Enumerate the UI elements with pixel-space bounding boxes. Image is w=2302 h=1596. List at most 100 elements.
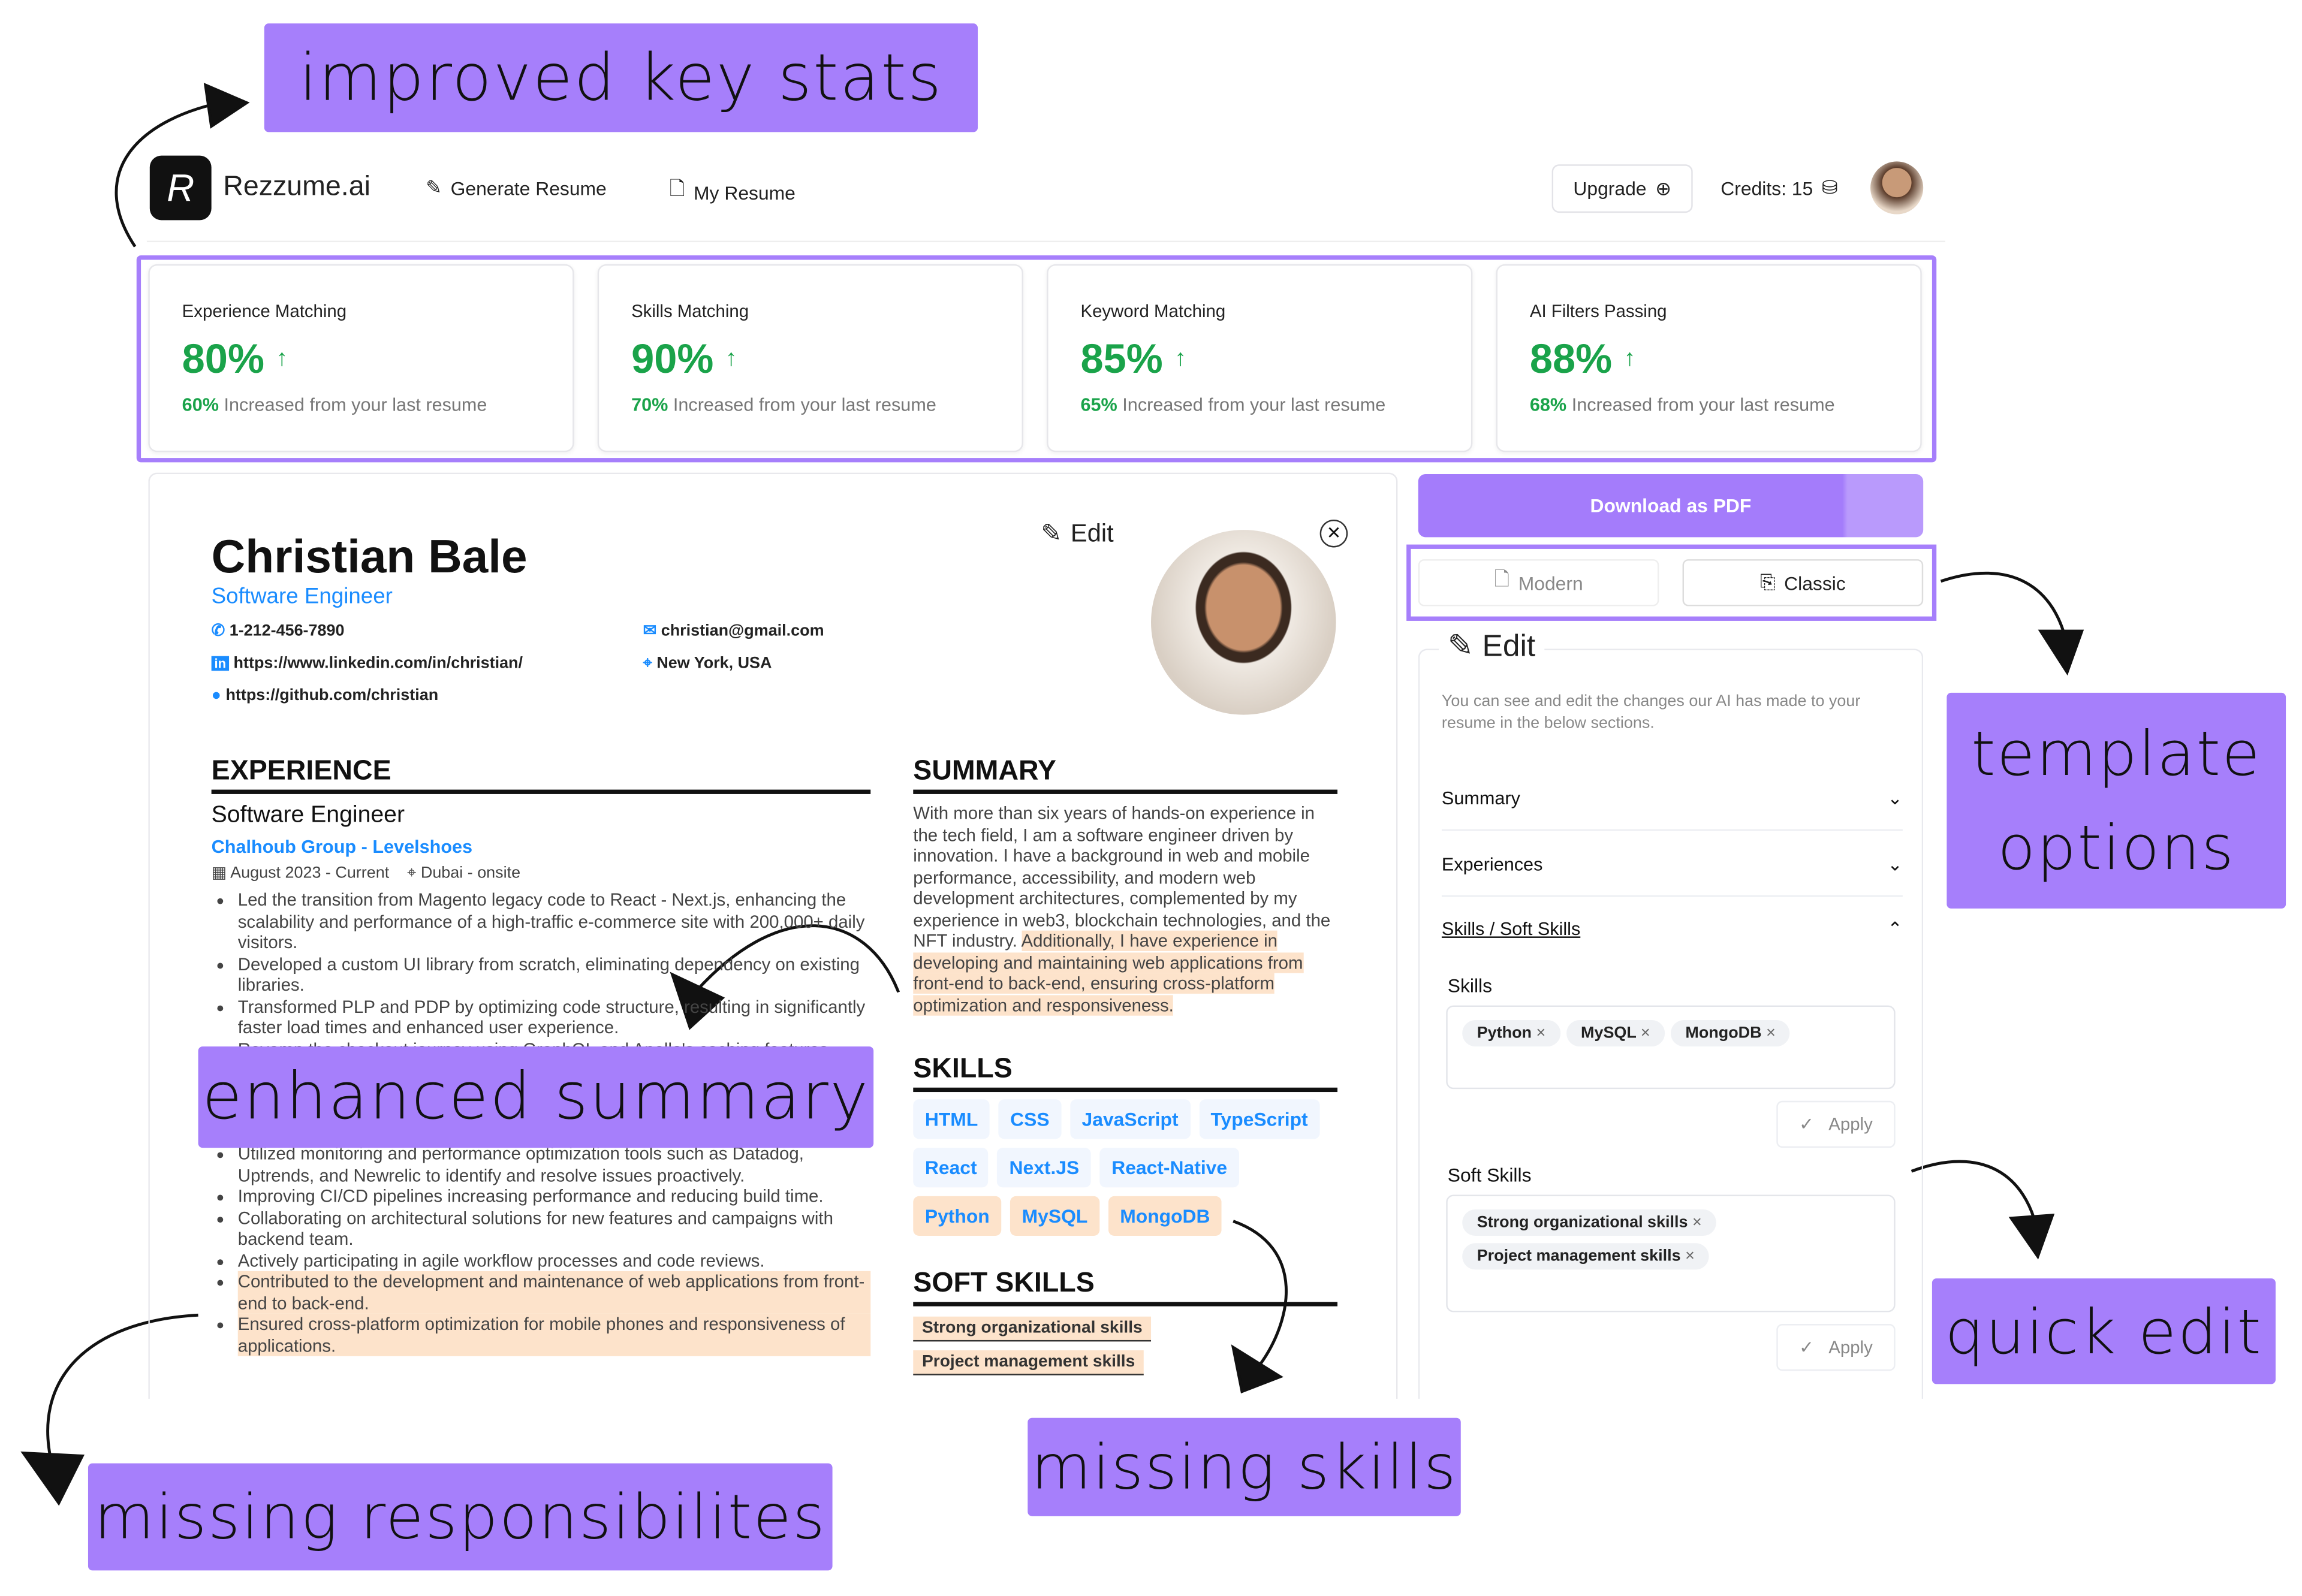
page-bottom-mask (132, 1398, 1953, 1417)
skill-chip: TypeScript (1198, 1099, 1320, 1139)
bullet: Collaborating on architectural solutions… (238, 1207, 871, 1250)
skill-chip-added: MongoDB (1108, 1196, 1222, 1236)
stat-title: Experience Matching (182, 301, 347, 322)
stat-delta: 70% (631, 394, 668, 416)
nav-generate-resume[interactable]: ✎ Generate Resume (426, 176, 607, 200)
scroll-icon: ⎘ (1759, 571, 1776, 593)
soft-skills-list: Strong organizational skills Project mana… (905, 1314, 1345, 1381)
chevron-down-icon: ⌄ (1887, 788, 1903, 809)
document-icon: 🗋 (1494, 568, 1510, 590)
job-meta: ▦ August 2023 - Current ⌖ Dubai - onsite (211, 864, 521, 882)
nav-my-resume[interactable]: 🗋 My Resume (670, 176, 796, 209)
profile-photo (1151, 530, 1336, 715)
skill-chip-added: MySQL (1010, 1196, 1099, 1236)
remove-icon[interactable]: × (1685, 1248, 1695, 1265)
upgrade-button[interactable]: Upgrade ⊕ (1551, 164, 1693, 213)
accordion-skills[interactable]: Skills / Soft Skills ⌃ (1442, 918, 1903, 960)
pencil-icon: ✎ (1447, 629, 1474, 663)
chevron-down-icon: ⌄ (1887, 854, 1903, 875)
soft-skill-chip: Strong organizational skills (913, 1316, 1152, 1342)
github-icon: ● (211, 687, 221, 705)
template-classic[interactable]: ⎘ Classic (1682, 559, 1924, 607)
edit-panel-title: ✎ Edit (1439, 628, 1544, 665)
bullet: Improving CI/CD pipelines increasing per… (238, 1186, 871, 1208)
check-icon: ✓ (1799, 1337, 1814, 1358)
accordion-label: Experiences (1441, 853, 1543, 874)
tag-label: Strong organizational skills (1477, 1214, 1688, 1232)
skills-label: Skills (1447, 975, 1493, 997)
soft-skills-label: Soft Skills (1447, 1164, 1532, 1186)
skill-chip: React (913, 1148, 989, 1188)
soft-skill-chip: Project management skills (913, 1350, 1144, 1375)
summary-heading: SUMMARY (913, 756, 1338, 794)
soft-skills-heading: SOFT SKILLS (913, 1268, 1338, 1307)
remove-icon[interactable]: × (1536, 1024, 1545, 1042)
stat-delta: 65% (1080, 394, 1117, 416)
skill-chip: HTML (913, 1099, 990, 1139)
magic-wand-icon: ✎ (426, 176, 442, 198)
stat-number: 80% (182, 336, 264, 382)
brand-name[interactable]: Rezzume.ai (223, 172, 370, 204)
stat-card: Experience Matching 80% ↑ 60% Increased fro… (148, 264, 574, 452)
bullet-added-text: Ensured cross-platform optimization for … (237, 1313, 871, 1356)
stat-number: 90% (631, 336, 714, 382)
edit-label: Edit (1070, 519, 1114, 548)
linkedin[interactable]: in https://www.linkedin.com/in/christian… (211, 653, 523, 675)
remove-icon[interactable]: × (1641, 1024, 1650, 1042)
accordion-experiences[interactable]: Experiences ⌄ (1441, 853, 1903, 897)
bullet: Transformed PLP and PDP by optimizing co… (238, 996, 871, 1039)
tag-chip: Strong organizational skills × (1462, 1209, 1717, 1236)
chevron-up-icon: ⌃ (1887, 919, 1903, 940)
stat-card: Keyword Matching 85% ↑ 65% Increased from y… (1047, 264, 1473, 452)
email[interactable]: ✉ christian@gmail.com (643, 621, 824, 642)
resume-role: Software Engineer (211, 584, 393, 610)
stat-note-text: Increased from your last resume (1571, 394, 1835, 416)
arrow-up-icon: ↑ (1623, 346, 1636, 372)
apply-soft-skills-button[interactable]: ✓ Apply (1776, 1323, 1896, 1371)
apply-skills-button[interactable]: ✓ Apply (1776, 1100, 1896, 1148)
annotation-enhanced-summary: enhanced summary (198, 1046, 874, 1148)
bullets: production bugs.Utilized monitoring and … (212, 1120, 871, 1356)
close-icon[interactable]: ✕ (1319, 519, 1348, 548)
avatar[interactable] (1870, 161, 1924, 215)
accordion-summary[interactable]: Summary ⌄ (1441, 787, 1903, 831)
document-icon: 🗋 (669, 177, 685, 200)
tag-chip: Python × (1462, 1020, 1560, 1047)
pencil-icon: ✎ (1041, 519, 1062, 548)
stat-title: Skills Matching (631, 301, 749, 322)
remove-icon[interactable]: × (1766, 1024, 1776, 1042)
stat-value: 88% ↑ (1530, 336, 1888, 383)
remove-icon[interactable]: × (1692, 1214, 1702, 1231)
template-modern[interactable]: 🗋 Modern (1418, 559, 1659, 607)
arrow-up-icon: ↑ (1174, 346, 1186, 372)
experience-heading: EXPERIENCE (211, 756, 871, 794)
download-pdf-button[interactable]: Download as PDF (1418, 474, 1924, 538)
check-icon: ✓ (1799, 1114, 1814, 1135)
logo[interactable]: R (149, 155, 212, 221)
soft-skills-input[interactable]: Strong organizational skills × Project ma… (1446, 1194, 1896, 1313)
skills-list: HTML CSS JavaScript TypeScript React Next.JS R… (913, 1099, 1354, 1244)
edit-resume-button[interactable]: ✎ Edit (1041, 520, 1113, 549)
bullet: Developed a custom UI library from scrat… (238, 954, 871, 996)
stat-card: AI Filters Passing 88% ↑ 68% Increased from… (1496, 264, 1922, 452)
phone: ✆ 1-212-456-7890 (211, 622, 345, 640)
skills-input[interactable]: Python × MySQL × MongoDB × (1446, 1005, 1896, 1090)
job-title: Software Engineer (211, 802, 405, 828)
edit-title: Edit (1482, 629, 1536, 663)
bullet-added-text: Contributed to the development and maint… (237, 1271, 871, 1314)
skill-chip: React-Native (1099, 1148, 1239, 1188)
github[interactable]: ● https://github.com/christian (212, 686, 439, 707)
nav-label: Generate Resume (450, 177, 607, 199)
apply-label: Apply (1828, 1337, 1873, 1358)
stat-note: 70% Increased from your last resume (631, 395, 990, 415)
stat-note: 65% Increased from your last resume (1080, 395, 1439, 415)
linkedin-icon: in (211, 656, 230, 671)
tag-chip: MySQL × (1566, 1020, 1665, 1047)
arrow-up-icon: ↑ (276, 346, 288, 372)
credits[interactable]: Credits: 15 ⛁ (1721, 176, 1837, 200)
stat-card: Skills Matching 90% ↑ 70% Increased from yo… (597, 264, 1023, 452)
tag-label: Python (1477, 1024, 1532, 1042)
phone-icon: ✆ (211, 622, 225, 640)
stat-title: AI Filters Passing (1529, 301, 1667, 322)
stat-note: 60% Increased from your last resume (182, 395, 541, 415)
